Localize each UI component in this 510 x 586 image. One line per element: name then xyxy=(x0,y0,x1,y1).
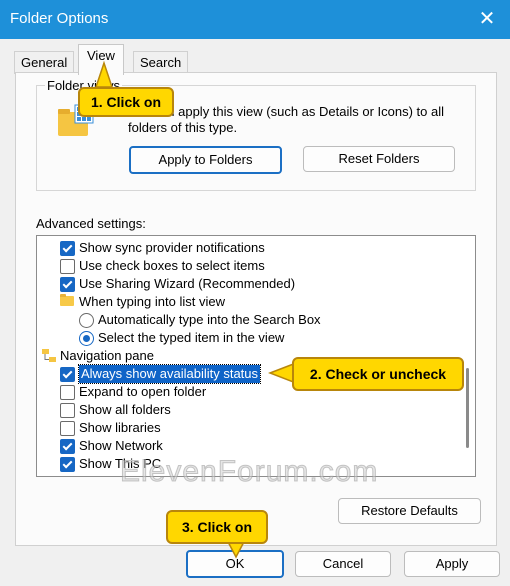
restore-defaults-button[interactable]: Restore Defaults xyxy=(338,498,481,524)
title-bar: Folder Options ✕ xyxy=(0,0,510,39)
view-tab-panel: Folder views You can apply this view (su… xyxy=(15,72,497,546)
checkbox[interactable] xyxy=(60,259,75,274)
callout-step-2: 2. Check or uncheck xyxy=(292,357,464,391)
checkbox[interactable] xyxy=(60,439,75,454)
checkbox[interactable] xyxy=(60,421,75,436)
tab-search[interactable]: Search xyxy=(133,51,189,74)
checkbox[interactable] xyxy=(60,385,75,400)
cancel-button[interactable]: Cancel xyxy=(295,551,391,577)
apply-to-folders-button[interactable]: Apply to Folders xyxy=(129,146,282,174)
radio-button[interactable] xyxy=(79,331,94,346)
navigation-pane-icon xyxy=(42,349,56,362)
checkbox[interactable] xyxy=(60,277,75,292)
folder-views-description: You can apply this view (such as Details… xyxy=(128,104,445,135)
checkbox[interactable] xyxy=(60,403,75,418)
checkbox[interactable] xyxy=(60,367,75,382)
checkbox[interactable] xyxy=(60,457,75,472)
window-title: Folder Options xyxy=(10,10,109,27)
callout-step-3: 3. Click on xyxy=(166,510,268,544)
advanced-settings-label: Advanced settings: xyxy=(36,216,146,231)
callout-step-1: 1. Click on xyxy=(78,87,174,117)
close-button[interactable]: ✕ xyxy=(472,5,502,33)
dialog-body: General View Search Folder views You can… xyxy=(0,39,510,586)
list-scrollbar[interactable] xyxy=(461,236,475,476)
close-icon: ✕ xyxy=(478,8,496,30)
folder-icon xyxy=(60,294,74,306)
reset-folders-button[interactable]: Reset Folders xyxy=(303,146,455,172)
callout-step-1-pointer xyxy=(94,61,114,88)
apply-button[interactable]: Apply xyxy=(404,551,500,577)
tab-general[interactable]: General xyxy=(14,51,75,74)
checkbox[interactable] xyxy=(60,241,75,256)
advanced-settings-list[interactable]: Show sync provider notifications Use che… xyxy=(36,235,476,477)
scrollbar-thumb[interactable] xyxy=(466,368,469,448)
radio-button[interactable] xyxy=(79,313,94,328)
